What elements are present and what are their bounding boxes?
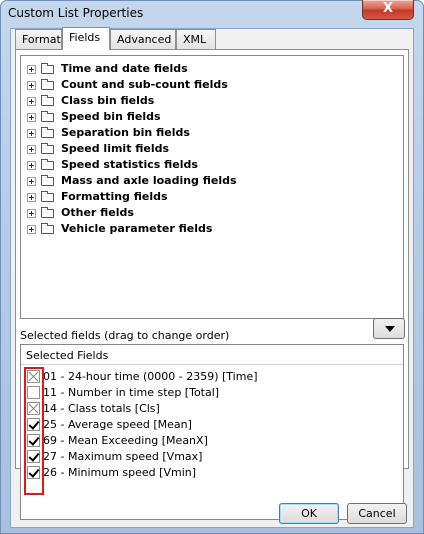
- list-item-label: 01 - 24-hour time (0000 - 2359) [Time]: [43, 370, 258, 383]
- tree-item-time-date[interactable]: Time and date fields: [25, 61, 395, 77]
- tree-item-label: Mass and axle loading fields: [61, 174, 237, 187]
- ok-button[interactable]: OK: [279, 503, 339, 524]
- folder-icon: [41, 207, 54, 218]
- tab-xml[interactable]: XML: [176, 29, 216, 49]
- list-item[interactable]: 26 - Minimum speed [Vmin]: [21, 465, 403, 481]
- tree-item-label: Formatting fields: [61, 190, 168, 203]
- tree-item-label: Separation bin fields: [61, 126, 190, 139]
- cancel-button[interactable]: Cancel: [347, 503, 407, 524]
- expand-icon[interactable]: [27, 161, 36, 170]
- tree-item-count[interactable]: Count and sub-count fields: [25, 77, 395, 93]
- title-bar: Custom List Properties X: [0, 0, 424, 26]
- window-title: Custom List Properties: [8, 6, 144, 20]
- folder-icon: [41, 143, 54, 154]
- tree-item-separation-bin[interactable]: Separation bin fields: [25, 125, 395, 141]
- list-header-label: Selected Fields: [26, 349, 109, 362]
- folder-icon: [41, 159, 54, 170]
- tree-item-class-bin[interactable]: Class bin fields: [25, 93, 395, 109]
- list-item-label: 69 - Mean Exceeding [MeanX]: [43, 434, 208, 447]
- fields-tab-panel: Time and date fields Count and sub-count…: [15, 49, 409, 520]
- expand-icon[interactable]: [27, 113, 36, 122]
- expand-icon[interactable]: [27, 225, 36, 234]
- expand-icon[interactable]: [27, 177, 36, 186]
- tree-item-vehicle-parameter[interactable]: Vehicle parameter fields: [25, 221, 395, 237]
- folder-icon: [41, 191, 54, 202]
- dialog-client: Format Fields Advanced XML Time and date…: [10, 27, 414, 528]
- folder-icon: [41, 63, 54, 74]
- chevron-down-icon: [385, 326, 395, 332]
- tree-item-label: Time and date fields: [61, 62, 188, 75]
- checkbox-highlight: [24, 367, 44, 495]
- expand-icon[interactable]: [27, 209, 36, 218]
- list-item-label: 25 - Average speed [Mean]: [43, 418, 192, 431]
- tree-item-label: Count and sub-count fields: [61, 78, 228, 91]
- tree-item-label: Speed statistics fields: [61, 158, 198, 171]
- folder-icon: [41, 127, 54, 138]
- close-button[interactable]: X: [362, 0, 414, 20]
- list-item[interactable]: 01 - 24-hour time (0000 - 2359) [Time]: [21, 369, 403, 385]
- tree-item-mass-axle[interactable]: Mass and axle loading fields: [25, 173, 395, 189]
- expand-icon[interactable]: [27, 81, 36, 90]
- expand-icon[interactable]: [27, 193, 36, 202]
- list-item[interactable]: 14 - Class totals [Cls]: [21, 401, 403, 417]
- selected-fields-caption: Selected fields (drag to change order): [20, 329, 230, 342]
- folder-icon: [41, 223, 54, 234]
- list-item-label: 26 - Minimum speed [Vmin]: [43, 466, 197, 479]
- tree-item-speed-statistics[interactable]: Speed statistics fields: [25, 157, 395, 173]
- tab-advanced[interactable]: Advanced: [110, 29, 176, 49]
- list-item[interactable]: 69 - Mean Exceeding [MeanX]: [21, 433, 403, 449]
- tab-fields[interactable]: Fields: [62, 27, 110, 50]
- expand-icon[interactable]: [27, 65, 36, 74]
- tree-item-label: Speed bin fields: [61, 110, 161, 123]
- tree-item-label: Speed limit fields: [61, 142, 170, 155]
- dropdown-button[interactable]: [373, 318, 405, 339]
- folder-icon: [41, 95, 54, 106]
- tree-item-formatting[interactable]: Formatting fields: [25, 189, 395, 205]
- dialog-window: Custom List Properties X Format Fields A…: [0, 0, 424, 534]
- list-item[interactable]: 25 - Average speed [Mean]: [21, 417, 403, 433]
- list-item[interactable]: 27 - Maximum speed [Vmax]: [21, 449, 403, 465]
- expand-icon[interactable]: [27, 145, 36, 154]
- folder-icon: [41, 79, 54, 90]
- list-header: Selected Fields: [21, 345, 403, 365]
- tree-item-speed-limit[interactable]: Speed limit fields: [25, 141, 395, 157]
- tree-item-label: Other fields: [61, 206, 134, 219]
- tree-item-speed-bin[interactable]: Speed bin fields: [25, 109, 395, 125]
- tree-item-label: Class bin fields: [61, 94, 155, 107]
- field-tree[interactable]: Time and date fields Count and sub-count…: [20, 55, 404, 319]
- folder-icon: [41, 111, 54, 122]
- list-item-label: 11 - Number in time step [Total]: [43, 386, 220, 399]
- tab-format[interactable]: Format: [15, 29, 62, 49]
- tree-item-other[interactable]: Other fields: [25, 205, 395, 221]
- selected-fields-list[interactable]: Selected Fields 01 - 24-hour time (0000 …: [20, 344, 404, 520]
- list-item-label: 27 - Maximum speed [Vmax]: [43, 450, 203, 463]
- tree-item-label: Vehicle parameter fields: [61, 222, 213, 235]
- list-item-label: 14 - Class totals [Cls]: [43, 402, 160, 415]
- expand-icon[interactable]: [27, 97, 36, 106]
- expand-icon[interactable]: [27, 129, 36, 138]
- list-item[interactable]: 11 - Number in time step [Total]: [21, 385, 403, 401]
- folder-icon: [41, 175, 54, 186]
